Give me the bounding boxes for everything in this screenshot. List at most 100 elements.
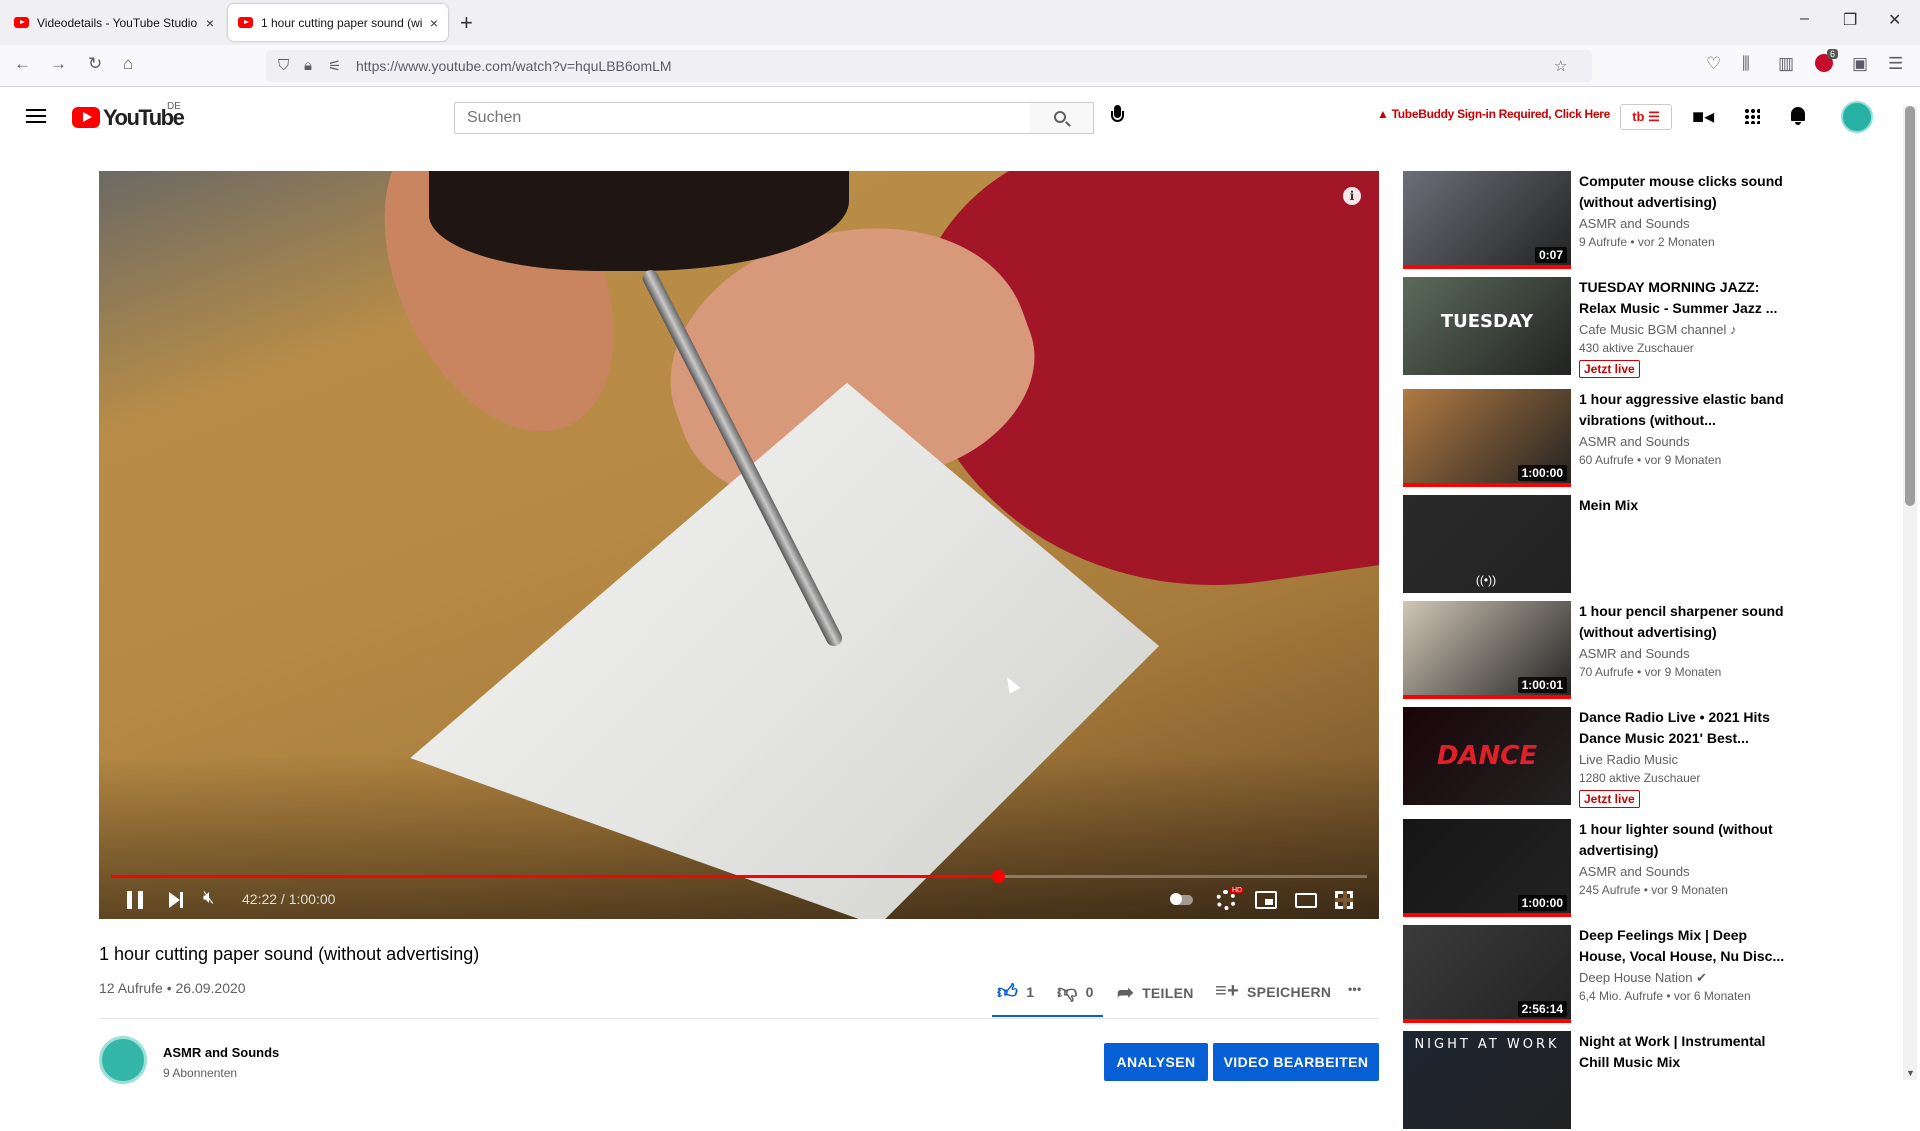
recommended-video[interactable]: ((•)) Mein Mix xyxy=(1403,495,1783,595)
lock-icon[interactable]: 🔒︎ xyxy=(304,57,312,74)
apps-icon[interactable] xyxy=(1744,108,1760,124)
address-bar[interactable]: ⛉ 🔒︎ ⚟ https://www.youtube.com/watch?v=h… xyxy=(266,50,1592,82)
recommended-channel-name[interactable]: Cafe Music BGM channel ♪ xyxy=(1579,322,1737,337)
search-box xyxy=(454,102,1031,134)
recommended-video-title[interactable]: Mein Mix xyxy=(1579,495,1785,516)
page-scrollbar[interactable]: ▲ ▼ xyxy=(1903,106,1917,1080)
tab-youtube-studio[interactable]: Videodetails - YouTube Studio × xyxy=(4,4,224,41)
autoplay-toggle[interactable] xyxy=(1170,893,1193,905)
notifications-icon[interactable] xyxy=(1791,107,1805,125)
tab-close-icon[interactable]: × xyxy=(206,15,214,31)
restore-button[interactable]: ❐ xyxy=(1843,10,1857,30)
recommended-video-title[interactable]: Computer mouse clicks sound (without adv… xyxy=(1579,171,1785,213)
library-icon[interactable]: ⫼ xyxy=(1742,54,1750,74)
close-window-button[interactable]: ✕ xyxy=(1888,10,1901,30)
video-thumbnail[interactable]: DANCE xyxy=(1403,707,1571,805)
tubebuddy-button[interactable]: tb ☰ xyxy=(1620,104,1672,130)
recommended-video-title[interactable]: Dance Radio Live • 2021 Hits Dance Music… xyxy=(1579,707,1785,749)
video-thumbnail[interactable]: 0:07 xyxy=(1403,171,1571,269)
create-video-icon[interactable]: ■◂ xyxy=(1692,104,1714,129)
tab-current-video[interactable]: 1 hour cutting paper sound (wi × xyxy=(228,4,448,41)
fullscreen-icon[interactable] xyxy=(1335,891,1353,909)
next-video-button[interactable] xyxy=(169,892,183,908)
recommended-video-title[interactable]: 1 hour aggressive elastic band vibration… xyxy=(1579,389,1785,431)
account-avatar[interactable] xyxy=(1841,101,1873,133)
video-thumbnail[interactable]: TUESDAY xyxy=(1403,277,1571,375)
recommended-video[interactable]: 0:07 Computer mouse clicks sound (without… xyxy=(1403,171,1783,271)
progress-played xyxy=(111,875,998,878)
recommended-video-title[interactable]: 1 hour lighter sound (without advertisin… xyxy=(1579,819,1785,861)
mute-icon[interactable]: 🔇︎ xyxy=(203,887,214,908)
recommended-channel-name[interactable]: ASMR and Sounds xyxy=(1579,434,1690,449)
forward-button[interactable]: → xyxy=(50,54,67,74)
info-card-icon[interactable]: i xyxy=(1343,187,1361,205)
save-button[interactable]: ≡+ SPEICHERN xyxy=(1215,980,1331,1003)
url-text[interactable]: https://www.youtube.com/watch?v=hquLBB6o… xyxy=(356,58,672,74)
recommended-video[interactable]: 1:00:00 1 hour lighter sound (without adv… xyxy=(1403,819,1783,919)
youtube-logo-icon[interactable] xyxy=(72,107,100,128)
recommended-video-title[interactable]: Night at Work | Instrumental Chill Music… xyxy=(1579,1031,1785,1073)
new-tab-button[interactable]: + xyxy=(460,10,473,36)
video-player[interactable]: i 🔇︎ 42:22 / 1:00:00 HD xyxy=(99,171,1379,919)
recommended-channel-name[interactable]: ASMR and Sounds xyxy=(1579,216,1690,231)
video-thumbnail[interactable]: NIGHT AT WORK xyxy=(1403,1031,1571,1129)
recommended-video-title[interactable]: TUESDAY MORNING JAZZ: Relax Music - Summ… xyxy=(1579,277,1785,319)
recommended-video[interactable]: 1:00:00 1 hour aggressive elastic band vi… xyxy=(1403,389,1785,489)
recommended-video[interactable]: DANCE Dance Radio Live • 2021 Hits Dance … xyxy=(1403,707,1785,808)
recommended-video-title[interactable]: 1 hour pencil sharpener sound (without a… xyxy=(1579,601,1785,643)
recommended-channel-name[interactable]: Live Radio Music xyxy=(1579,752,1678,767)
recommended-video-title[interactable]: Deep Feelings Mix | Deep House, Vocal Ho… xyxy=(1579,925,1785,967)
recommended-channel-name[interactable]: ASMR and Sounds xyxy=(1579,646,1690,661)
minimize-button[interactable]: – xyxy=(1800,10,1809,28)
channel-name[interactable]: ASMR and Sounds xyxy=(163,1045,279,1060)
hamburger-menu-icon[interactable] xyxy=(26,109,46,123)
share-button[interactable]: ➦ TEILEN xyxy=(1117,980,1194,1005)
progress-bar[interactable] xyxy=(111,870,1367,883)
video-thumbnail[interactable]: 1:00:00 xyxy=(1403,389,1571,487)
video-thumbnail[interactable]: ((•)) xyxy=(1403,495,1571,593)
reload-button[interactable]: ↻ xyxy=(88,54,102,74)
subscriber-count: 9 Abonnenten xyxy=(163,1066,238,1080)
recommended-channel-name[interactable]: ASMR and Sounds xyxy=(1579,864,1690,879)
video-thumbnail[interactable]: 1:00:01 xyxy=(1403,601,1571,699)
dislike-button[interactable]: 👎︎ 0 xyxy=(1057,980,1094,1004)
permissions-icon[interactable]: ⚟ xyxy=(328,57,341,75)
back-button[interactable]: ← xyxy=(14,54,31,74)
channel-avatar[interactable] xyxy=(99,1036,147,1084)
sidebar-icon[interactable]: ▥ xyxy=(1778,54,1794,74)
bookmark-star-icon[interactable]: ☆ xyxy=(1554,57,1567,75)
country-code: DE xyxy=(167,101,181,112)
more-actions-button[interactable]: ••• xyxy=(1348,982,1362,996)
recommended-video[interactable]: 2:56:14 Deep Feelings Mix | Deep House, V… xyxy=(1403,925,1785,1025)
recommended-video[interactable]: TUESDAY TUESDAY MORNING JAZZ: Relax Music… xyxy=(1403,277,1785,378)
tab-close-icon[interactable]: × xyxy=(430,15,438,31)
extension-icon[interactable]: ▣ xyxy=(1852,54,1868,74)
video-thumbnail[interactable]: 2:56:14 xyxy=(1403,925,1571,1023)
thumbs-up-icon: 👍︎ xyxy=(997,981,1019,1003)
recommended-views: 430 aktive Zuschauer xyxy=(1579,341,1694,355)
scrollbar-thumb[interactable] xyxy=(1905,106,1915,506)
recommended-channel-name[interactable]: Deep House Nation ✔ xyxy=(1579,970,1707,986)
like-button[interactable]: 👍︎ 1 xyxy=(997,980,1034,1004)
pocket-icon[interactable]: ♡ xyxy=(1706,54,1721,74)
youtube-favicon-icon xyxy=(14,17,29,28)
scrubber-handle[interactable] xyxy=(992,870,1005,883)
recommended-video[interactable]: NIGHT AT WORK Night at Work | Instrumenta… xyxy=(1403,1031,1783,1131)
analytics-button[interactable]: ANALYSEN xyxy=(1104,1043,1208,1081)
search-button[interactable] xyxy=(1030,102,1094,134)
youtube-masthead: YouTube DE ▲ TubeBuddy Sign-in Required,… xyxy=(0,88,1920,148)
search-input[interactable] xyxy=(455,103,1030,133)
pause-button[interactable] xyxy=(127,891,143,909)
recommended-video[interactable]: 1:00:01 1 hour pencil sharpener sound (wi… xyxy=(1403,601,1785,701)
video-thumbnail[interactable]: 1:00:00 xyxy=(1403,819,1571,917)
tubebuddy-warning-link[interactable]: ▲ TubeBuddy Sign-in Required, Click Here xyxy=(1377,107,1610,121)
browser-menu-icon[interactable]: ☰ xyxy=(1888,54,1903,74)
theater-mode-icon[interactable] xyxy=(1295,893,1317,908)
home-button[interactable]: ⌂ xyxy=(123,54,133,74)
watched-progress-bar xyxy=(1403,913,1571,917)
microphone-icon[interactable] xyxy=(1111,105,1124,131)
edit-video-button[interactable]: VIDEO BEARBEITEN xyxy=(1213,1043,1379,1081)
miniplayer-icon[interactable] xyxy=(1255,891,1277,909)
scroll-down-icon[interactable]: ▼ xyxy=(1906,1068,1915,1078)
shield-icon[interactable]: ⛉ xyxy=(278,57,289,74)
